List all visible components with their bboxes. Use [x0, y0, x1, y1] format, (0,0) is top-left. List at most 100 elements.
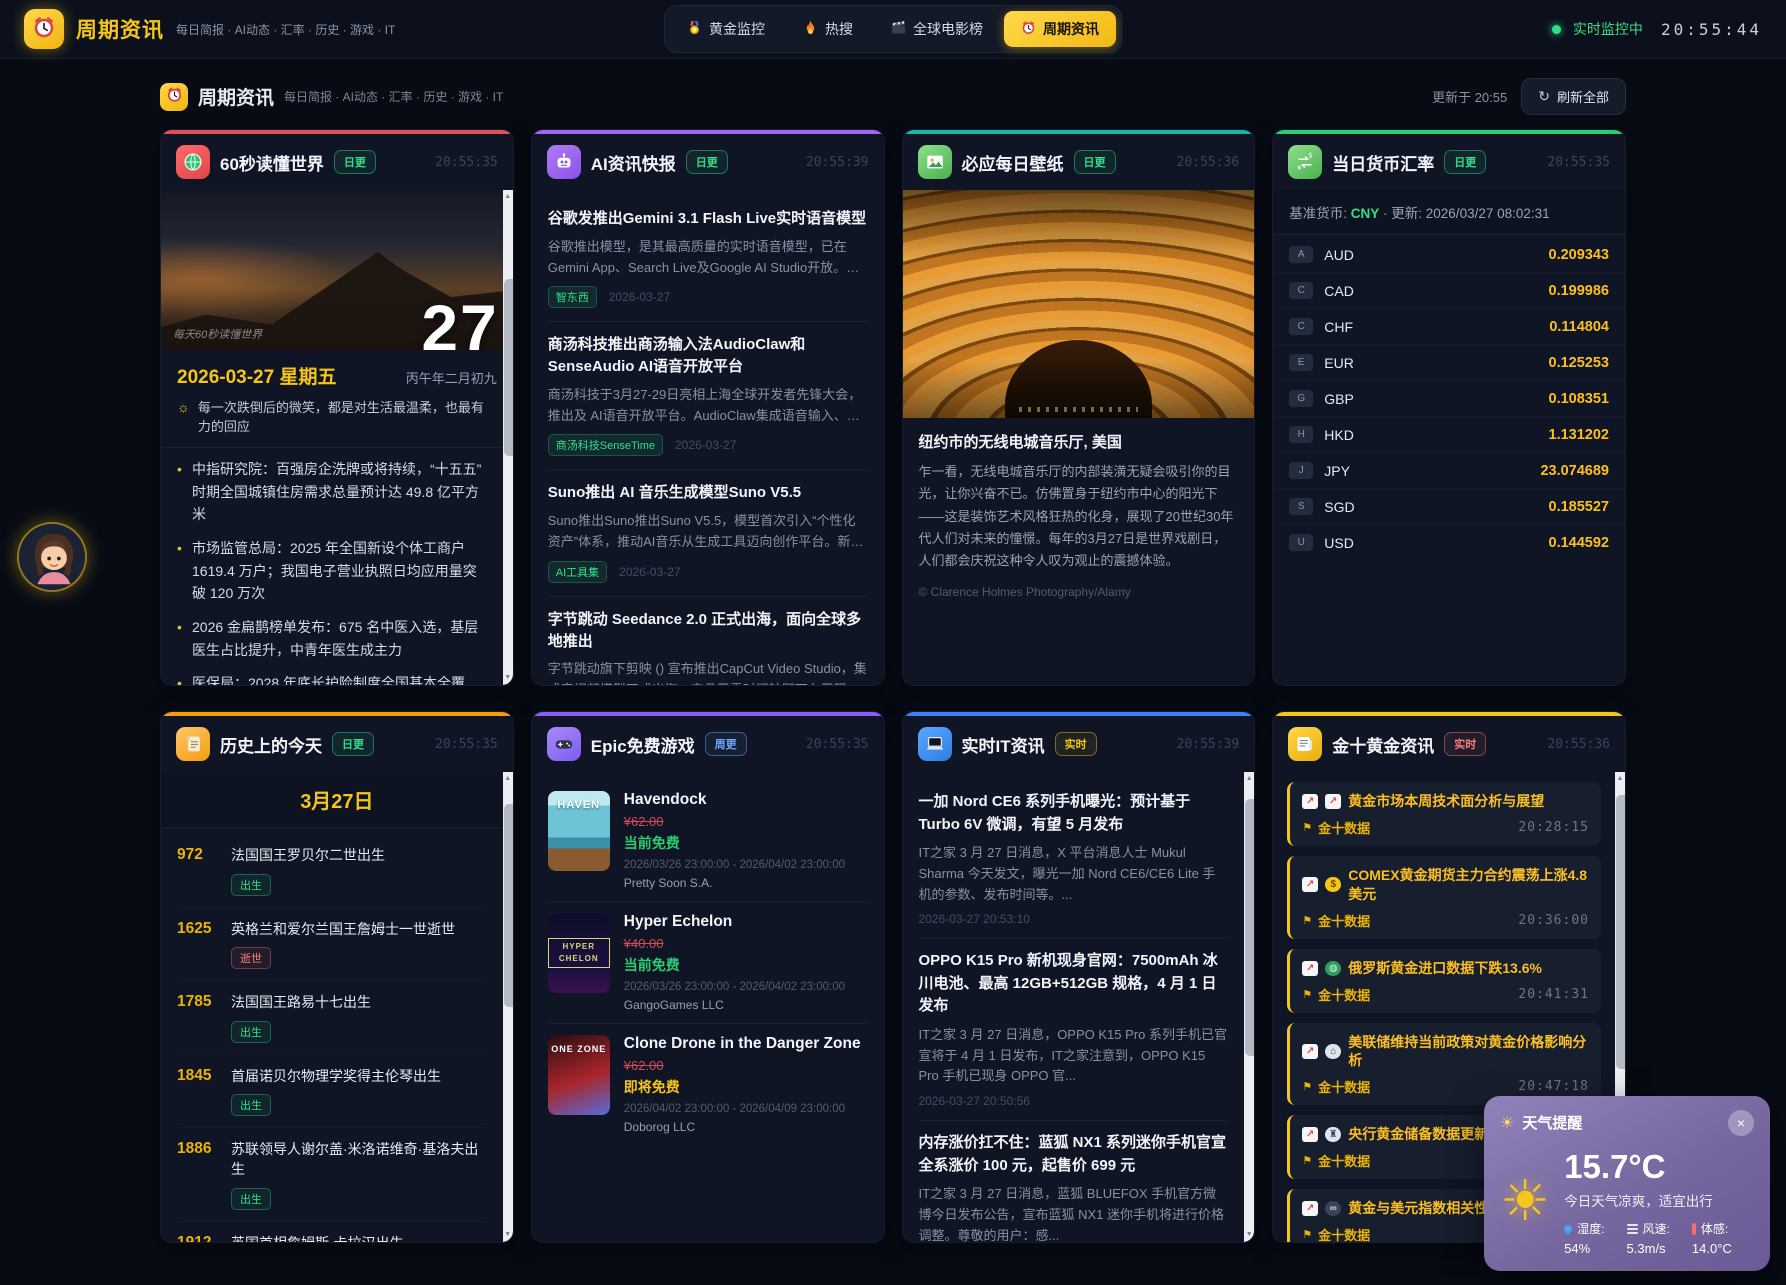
wallpaper-description: 乍一看，无线电城音乐厅的内部装潢无疑会吸引你的目光，让你兴奋不已。仿佛置身于纽约…: [919, 461, 1239, 573]
card-timestamp: 20:55:36: [1547, 737, 1610, 752]
update-badge: 实时: [1055, 732, 1097, 756]
original-price: ¥62.00: [624, 1058, 868, 1073]
history-event[interactable]: 1886苏联领导人谢尔盖·米洛诺维奇·基洛夫出生出生: [177, 1128, 487, 1221]
list-item[interactable]: 2026 金扁鹊榜单发布：675 名中医入选，基层医生占比提升，中青年医生成主力: [177, 616, 487, 661]
chart-up-icon: ↗: [1325, 794, 1341, 809]
close-icon[interactable]: ×: [1728, 1110, 1754, 1136]
lunar-date: 丙午年二月初九: [406, 368, 497, 387]
alarm-clock-icon: [166, 86, 183, 108]
gold-news-item[interactable]: ↗⌂美联储维持当前政策对黄金价格影响分析 ⚑金十数据20:47:18: [1287, 1023, 1601, 1106]
chart-up-icon: ↗: [1302, 1127, 1318, 1142]
weather-description: 今日天气凉爽，适宜出行: [1564, 1190, 1732, 1210]
publisher: Doborog LLC: [624, 1120, 868, 1134]
daily-image: 27 每天60秒读懂世界: [161, 190, 513, 350]
picture-icon: [918, 145, 952, 179]
game-item[interactable]: HAVEN Havendock ¥62.00 当前免费 2026/03/26 2…: [548, 780, 868, 902]
tab-label: 黄金监控: [709, 19, 765, 39]
update-badge: 周更: [705, 732, 747, 756]
gold-news-item[interactable]: ↗◍俄罗斯黄金进口数据下跌13.6% ⚑金十数据20:41:31: [1287, 949, 1601, 1013]
page-subtitle: 每日简报 · AI动态 · 汇率 · 历史 · 游戏 · IT: [284, 88, 503, 105]
tab-global-movies[interactable]: 全球电影榜: [874, 11, 1000, 47]
base-currency-row: 基准货币: CNY · 更新: 2026/03/27 08:02:31: [1273, 190, 1625, 235]
history-event[interactable]: 1912英国首相詹姆斯·卡拉汉出生出生: [177, 1222, 487, 1242]
card-title: AI资讯快报: [591, 150, 676, 175]
tab-label: 全球电影榜: [913, 19, 983, 39]
wallpaper-image[interactable]: [903, 190, 1255, 418]
fx-row[interactable]: GGBP0.108351: [1273, 381, 1625, 417]
fx-row[interactable]: SSGD0.185527: [1273, 489, 1625, 525]
news-item[interactable]: OPPO K15 Pro 新机现身官网：7500mAh 冰川电池、最高 12GB…: [919, 939, 1229, 1121]
gold-news-item[interactable]: ↗↗黄金市场本周技术面分析与展望 ⚑金十数据20:28:15: [1287, 782, 1601, 846]
update-badge: 日更: [1074, 150, 1116, 174]
fx-row[interactable]: AAUD0.209343: [1273, 237, 1625, 273]
app-subtitle: 每日简报 · AI动态 · 汇率 · 历史 · 游戏 · IT: [176, 21, 395, 38]
source: 金十数据: [1318, 985, 1370, 1004]
news-item[interactable]: Suno推出 AI 音乐生成模型Suno V5.5 Suno推出Suno推出Su…: [548, 470, 868, 596]
fx-row[interactable]: CCAD0.199986: [1273, 273, 1625, 309]
history-event[interactable]: 1845首届诺贝尔物理学奖得主伦琴出生出生: [177, 1055, 487, 1129]
bank-icon: ⌂: [1325, 1044, 1341, 1059]
refresh-icon: ↻: [1538, 88, 1550, 105]
news-time: 20:36:00: [1518, 913, 1589, 928]
refresh-all-button[interactable]: ↻ 刷新全部: [1521, 78, 1626, 115]
history-event[interactable]: 1625英格兰和爱尔兰国王詹姆士一世逝世逝世: [177, 908, 487, 982]
tab-label: 周期资讯: [1043, 19, 1099, 39]
news-item[interactable]: 商汤科技推出商汤输入法AudioClaw和SenseAudio AI语音开放平台…: [548, 322, 868, 470]
bulb-icon: ☼: [177, 399, 190, 415]
day-number: 27: [421, 290, 498, 350]
news-item[interactable]: 一加 Nord CE6 系列手机曝光：预计基于 Turbo 6V 微调，有望 5…: [919, 780, 1229, 939]
list-item[interactable]: 医保局：2028 年底长护险制度全国基本全覆盖；长护险不设起付线，报销比例体现权…: [177, 672, 487, 685]
droplet-icon: [1563, 1223, 1574, 1234]
update-badge: 实时: [1444, 732, 1486, 756]
scrollbar[interactable]: ▲▼: [503, 772, 513, 1242]
news-item[interactable]: 字节跳动 Seedance 2.0 正式出海，面向全球多地推出 字节跳动旗下剪映…: [548, 597, 868, 685]
history-event[interactable]: 972法国国王罗贝尔二世出生出生: [177, 834, 487, 908]
updated-at: 更新于 20:55: [1432, 87, 1507, 106]
card-title: Epic免费游戏: [591, 732, 695, 757]
news-item[interactable]: 内存涨价扛不住：蓝狐 NX1 系列迷你手机官宣全系涨价 100 元，起售价 69…: [919, 1121, 1229, 1242]
assistant-avatar[interactable]: [17, 522, 87, 592]
fx-row[interactable]: UUSD0.144592: [1273, 525, 1625, 560]
history-event[interactable]: 1785法国国王路易十七出生出生: [177, 981, 487, 1055]
scrollbar[interactable]: ▲▼: [503, 190, 513, 685]
weather-toast: ☀ 天气提醒 × ☀ 15.7°C 今日天气凉爽，适宜出行 湿度: 54% 风速…: [1484, 1096, 1770, 1271]
app-logo[interactable]: [24, 9, 64, 49]
list-item[interactable]: 中指研究院：百强房企洗牌或将持续，“十五五” 时期全国城镇住房需求总量预计达 4…: [177, 458, 487, 526]
event-type-badge: 出生: [231, 1094, 271, 1116]
flag-icon: ⚑: [1302, 1080, 1312, 1093]
top-navbar: 周期资讯 每日简报 · AI动态 · 汇率 · 历史 · 游戏 · IT 黄金监…: [0, 0, 1786, 59]
card-title: 当日货币汇率: [1332, 150, 1434, 175]
fx-row[interactable]: EEUR0.125253: [1273, 345, 1625, 381]
daily-quote: 每一次跌倒后的微笑，都是对生活最温柔，也最有力的回应: [198, 397, 497, 435]
gold-news-item[interactable]: ↗$COMEX黄金期货主力合约震荡上涨4.8美元 ⚑金十数据20:36:00: [1287, 856, 1601, 939]
thermometer-icon: [1692, 1223, 1696, 1235]
currency-exchange-icon: ¥$: [1288, 145, 1322, 179]
fx-row[interactable]: JJPY23.074689: [1273, 453, 1625, 489]
news-date: 2026-03-27: [619, 565, 680, 579]
fx-row[interactable]: HHKD1.131202: [1273, 417, 1625, 453]
game-item[interactable]: ONE ZONE Clone Drone in the Danger Zone …: [548, 1024, 868, 1145]
clapperboard-icon: [891, 20, 906, 38]
tab-label: 热搜: [825, 19, 853, 39]
flag-icon: ⚑: [1302, 988, 1312, 1001]
fx-row[interactable]: CCHF0.114804: [1273, 309, 1625, 345]
event-type-badge: 出生: [231, 1021, 271, 1043]
game-item[interactable]: HYPER CHELON Hyper Echelon ¥40.00 当前免费 2…: [548, 902, 868, 1024]
tab-gold-monitor[interactable]: 黄金监控: [670, 11, 782, 47]
humidity-stat: 湿度: 54%: [1564, 1220, 1604, 1256]
flag-icon: ⚑: [1302, 1154, 1312, 1167]
news-item[interactable]: 谷歌发推出Gemini 3.1 Flash Live实时语音模型 谷歌推出模型，…: [548, 196, 868, 322]
tab-periodic-news[interactable]: 周期资讯: [1004, 11, 1116, 47]
globe-icon: ◍: [1325, 961, 1341, 976]
event-type-badge: 逝世: [231, 947, 271, 969]
source: 金十数据: [1318, 911, 1370, 930]
update-badge: 日更: [334, 150, 376, 174]
tab-hot-search[interactable]: 热搜: [786, 11, 870, 47]
flag-icon: ⚑: [1302, 821, 1312, 834]
list-item[interactable]: 市场监管总局：2025 年全国新设个体工商户 1619.4 万户；我国电子营业执…: [177, 537, 487, 605]
source-tag: 智东西: [548, 286, 597, 308]
navbar-clock: 20:55:44: [1661, 20, 1762, 39]
card-title: 60秒读懂世界: [220, 150, 324, 175]
laptop-icon: [918, 727, 952, 761]
scrollbar[interactable]: ▲▼: [1244, 772, 1254, 1242]
